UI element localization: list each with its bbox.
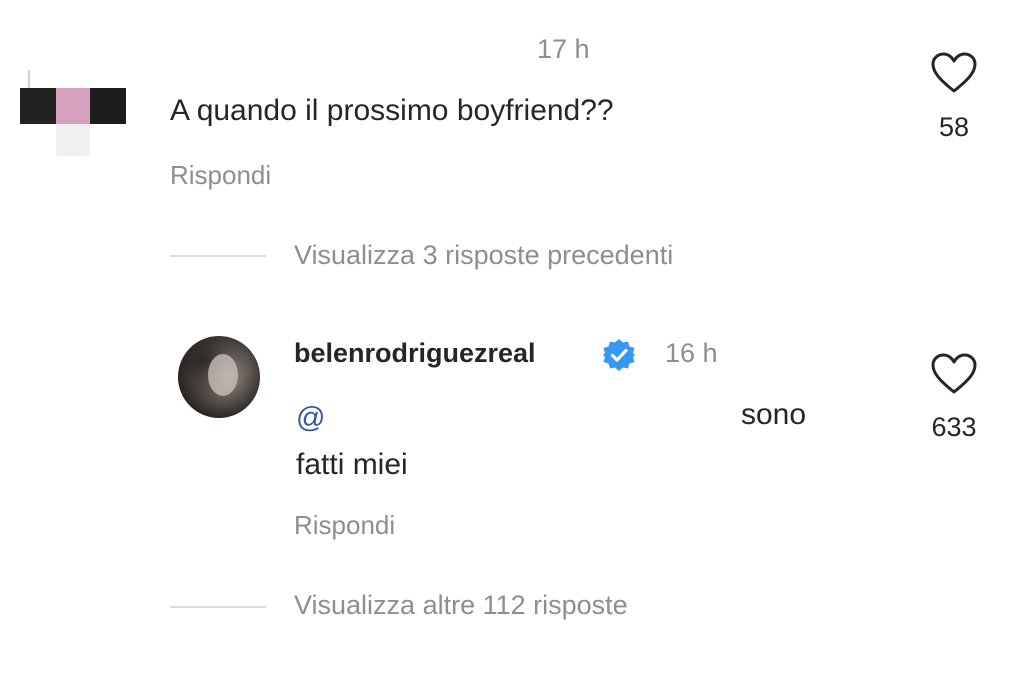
thread-divider-line [170,255,266,257]
censored-username [20,88,126,124]
heart-icon[interactable] [931,52,977,94]
avatar[interactable] [178,336,260,418]
reply-text-part2: fatti miei [296,448,408,481]
top-comment-timestamp: 17 h [537,34,590,64]
heart-icon[interactable] [931,353,977,395]
reply-username[interactable]: belenrodriguezreal [294,338,536,369]
top-comment-like-count: 58 [938,112,970,142]
mention-link[interactable]: @ [296,402,325,435]
reply-like-count: 633 [931,412,977,442]
thread-divider-line [170,606,266,608]
view-more-replies-link[interactable]: Visualizza altre 112 risposte [294,590,628,621]
top-comment-reply-button[interactable]: Rispondi [170,160,271,191]
censored-avatar-fragment [56,124,90,156]
censor-mark [28,70,30,88]
reply-text-part1: sono [741,398,807,431]
verified-badge-icon [602,338,636,372]
view-previous-replies-link[interactable]: Visualizza 3 risposte precedenti [294,240,673,271]
top-comment-text: A quando il prossimo boyfriend?? [170,94,614,127]
reply-timestamp: 16 h [665,338,718,368]
reply-reply-button[interactable]: Rispondi [294,510,395,541]
